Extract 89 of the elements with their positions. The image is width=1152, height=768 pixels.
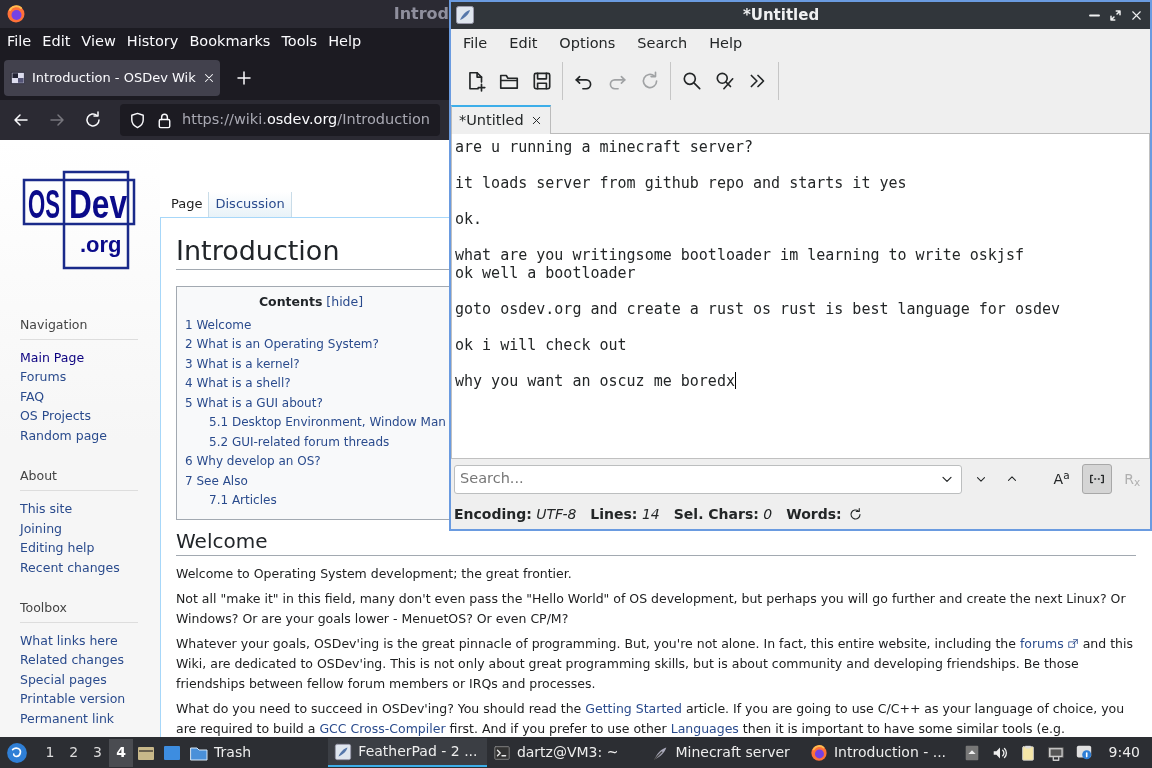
inline-link[interactable]: Getting Started: [585, 700, 682, 716]
sidebar-link[interactable]: Permanent link: [20, 708, 115, 729]
sidebar-link[interactable]: Recent changes: [20, 557, 120, 577]
sidebar-link[interactable]: Main Page: [20, 347, 85, 368]
contents-link[interactable]: 7 See Also: [185, 471, 248, 492]
paragraph: Whatever your goals, OSDev'ing is the great pinnacle of programming. But, you're not alone. In fact, this entire website, including the forums and this Wiki, are dedicated to OSDev'ing. This is not only about great programming skills, but is about community and developing friendships. Be those friendships between fellow forum members or IRQs and processes.: [176, 634, 1134, 693]
sidebar-link[interactable]: Random page: [20, 425, 107, 446]
sidebar-link[interactable]: This site: [20, 499, 73, 519]
notification-icon[interactable]: [1074, 743, 1093, 762]
favicon-icon: [10, 69, 26, 86]
external-link-icon: [1067, 637, 1079, 649]
refresh-icon[interactable]: [847, 506, 863, 522]
page-tab[interactable]: Discussion: [209, 192, 292, 217]
window-title: Introd: [393, 3, 449, 25]
firefox-logo-icon: [810, 743, 828, 762]
contents-link[interactable]: 5 What is a GUI about?: [185, 393, 323, 414]
terminal-icon: [492, 743, 511, 762]
taskbar-button[interactable]: FeatherPad - 2 ...: [328, 738, 487, 767]
contents-link[interactable]: 5.2 GUI-related forum threads: [209, 432, 390, 453]
contents-link[interactable]: 5.1 Desktop Environment, Window Man: [209, 413, 446, 433]
status-item: Lines: 14: [590, 504, 660, 524]
menu-item[interactable]: Options: [551, 32, 624, 55]
search-input[interactable]: Search...: [460, 468, 940, 491]
contents-link[interactable]: 4 What is a shell?: [185, 374, 291, 394]
contents-link[interactable]: 3 What is a kernel?: [185, 354, 300, 375]
document-tab[interactable]: *Untitled: [451, 105, 551, 135]
sidebar-link[interactable]: Printable version: [20, 689, 126, 709]
hide-link[interactable]: [hide]: [326, 294, 364, 309]
reload-icon: [83, 110, 103, 130]
paragraph: What do you need to succeed in OSDev'ing? You should read the Getting Started article. If you are going to use C/C++ as your language of choice, you are required to build a GCC Cross-Compiler first. And if you prefer to use other Languages then it is important to have some similar tools (e.g.: [176, 699, 1126, 737]
inline-link[interactable]: GCC Cross-Compiler: [319, 720, 446, 736]
menu-item[interactable]: Help: [325, 30, 365, 53]
menu-item[interactable]: Tools: [278, 30, 321, 53]
maximize-icon[interactable]: [1108, 7, 1123, 23]
inline-link[interactable]: forums: [1019, 635, 1079, 651]
browser-tab[interactable]: Introduction - OSDev Wik: [4, 59, 220, 96]
paragraph: Welcome to Operating System development; the great frontier.: [176, 564, 573, 583]
taskbar-button[interactable]: Minecraft server: [645, 738, 804, 767]
sidebar-link[interactable]: Forums: [20, 367, 67, 387]
menu-item[interactable]: Bookmarks: [186, 30, 274, 53]
app-icon: [455, 5, 475, 26]
menu-item[interactable]: Edit: [501, 32, 546, 55]
taskbar-button[interactable]: Introduction - ...: [804, 738, 963, 767]
search-field[interactable]: Search...: [454, 464, 963, 494]
sidebar-heading: Navigation: [20, 316, 138, 340]
contents-link[interactable]: 2 What is an Operating System?: [185, 335, 379, 355]
menu-item[interactable]: Search: [629, 32, 696, 55]
text-editor[interactable]: [451, 134, 1150, 460]
workspace-button[interactable]: 4: [109, 738, 134, 767]
text-cursor: [734, 372, 736, 390]
status-item: Sel. Chars: 0: [673, 504, 773, 524]
shield-icon[interactable]: [128, 110, 147, 130]
window-title: *Untitled: [741, 5, 821, 27]
contents-link[interactable]: 7.1 Articles: [209, 491, 277, 511]
sidebar-link[interactable]: What links here: [20, 630, 118, 651]
menu-item[interactable]: Edit: [39, 30, 74, 53]
clock: 9:40: [1108, 743, 1140, 762]
trash-launcher[interactable]: Trash: [185, 738, 256, 767]
workspace-button[interactable]: 3: [85, 738, 110, 767]
inline-link[interactable]: Languages: [670, 720, 739, 736]
sidebar-link[interactable]: Related changes: [20, 650, 124, 670]
sidebar-link[interactable]: OS Projects: [20, 406, 92, 426]
workspace-button[interactable]: 2: [61, 738, 86, 767]
contents-title: Contents: [258, 294, 323, 309]
match-case-button[interactable]: A$^{a}$: [1046, 464, 1077, 495]
start-menu-icon[interactable]: [6, 741, 28, 764]
workspace-button[interactable]: 1: [38, 738, 62, 767]
status-item: Words:: [786, 504, 842, 524]
menu-item[interactable]: File: [455, 32, 496, 55]
contents-link[interactable]: 6 Why develop an OS?: [185, 452, 321, 472]
firefox-logo-icon: [6, 4, 26, 24]
contents-link[interactable]: 1 Welcome: [185, 315, 252, 336]
menu-item[interactable]: History: [123, 30, 182, 53]
status-item: Encoding: UTF-8: [454, 504, 577, 524]
menu-item[interactable]: View: [78, 30, 119, 53]
menu-item[interactable]: Help: [701, 32, 751, 55]
sidebar-link[interactable]: Editing help: [20, 538, 95, 558]
sidebar-link[interactable]: FAQ: [20, 386, 45, 407]
url-text: https://wiki.osdev.org/Introduction: [182, 110, 430, 130]
taskbar-button[interactable]: dartz@VM3: ~: [486, 738, 646, 767]
sidebar-link[interactable]: Special pages: [20, 669, 107, 690]
feather-pad-icon: [334, 742, 353, 761]
sidebar-link[interactable]: Joining: [20, 518, 63, 538]
whole-word-button[interactable]: [1082, 464, 1112, 495]
paragraph: Not all "make it" in this field, many don't even pass the "Hello World" of OS development, but perhaps you will go further and create the next Linux? Or Windows? Or are your goals lower - MenuetOS? Or even CP/M?: [176, 589, 1127, 628]
sidebar-heading: About: [20, 467, 138, 491]
sidebar-heading: Toolbox: [20, 599, 138, 623]
menu-item[interactable]: File: [4, 30, 35, 53]
address-bar[interactable]: https://wiki.osdev.org/Introduction: [120, 104, 440, 136]
